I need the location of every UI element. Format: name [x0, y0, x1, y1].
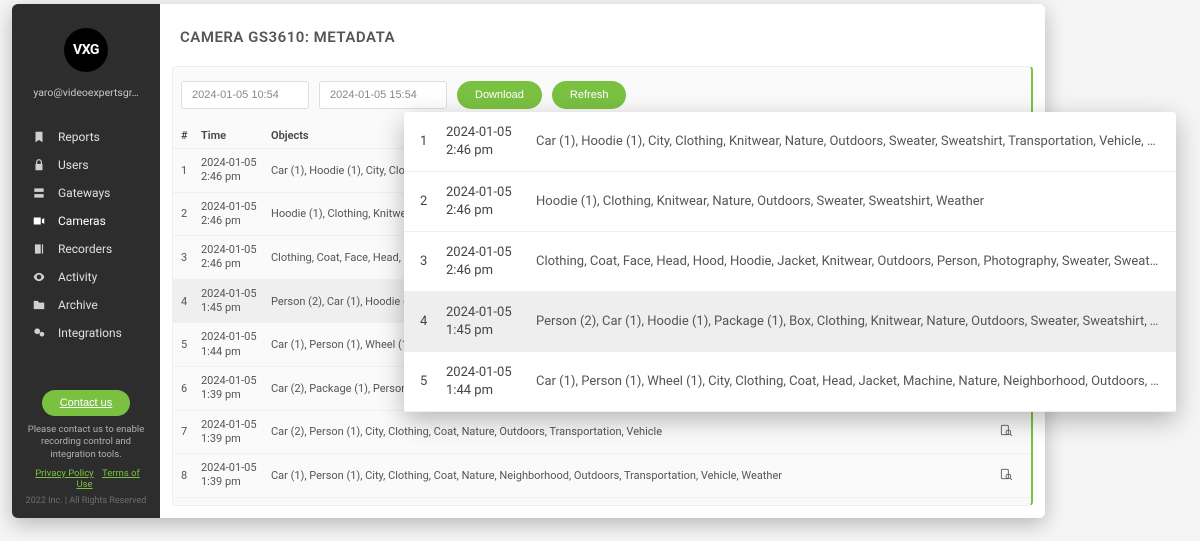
overlay-cell-index: 5: [420, 374, 446, 389]
cell-index: 8: [181, 469, 201, 482]
cell-objects: Car (2), Person (1), City, Clothing, Coa…: [271, 425, 999, 438]
sidebar-item-archive[interactable]: Archive: [12, 291, 160, 319]
detail-overlay: 12024-01-052:46 pmCar (1), Hoodie (1), C…: [404, 112, 1176, 412]
detail-icon: [999, 423, 1013, 437]
cell-time: 2024-01-052:46 pm: [201, 243, 271, 272]
overlay-cell-index: 4: [420, 314, 446, 329]
table-row[interactable]: 92024-01-051:39 pmCar (2), City, Clothin…: [173, 498, 1031, 506]
sidebar-item-label: Recorders: [58, 242, 112, 256]
overlay-row[interactable]: 32024-01-052:46 pmClothing, Coat, Face, …: [404, 232, 1176, 292]
cell-index: 4: [181, 295, 201, 308]
cell-index: 5: [181, 338, 201, 351]
cell-index: 1: [181, 164, 201, 177]
row-action[interactable]: [999, 467, 1023, 484]
sidebar-item-integrations[interactable]: Integrations: [12, 319, 160, 347]
recorder-icon: [32, 242, 46, 256]
policy-links: Privacy Policy Terms of Use: [22, 468, 150, 490]
cell-time: 2024-01-052:46 pm: [201, 156, 271, 185]
overlay-cell-objects: Clothing, Coat, Face, Head, Hood, Hoodie…: [536, 254, 1160, 269]
overlay-cell-time: 2024-01-052:46 pm: [446, 244, 536, 279]
sidebar-item-label: Activity: [58, 270, 97, 284]
overlay-row[interactable]: 22024-01-052:46 pmHoodie (1), Clothing, …: [404, 172, 1176, 232]
bookmark-icon: [32, 130, 46, 144]
table-row[interactable]: 72024-01-051:39 pmCar (2), Person (1), C…: [173, 411, 1031, 455]
cell-time: 2024-01-051:39 pm: [201, 505, 271, 506]
sidebar-item-activity[interactable]: Activity: [12, 263, 160, 291]
sidebar-item-label: Users: [58, 158, 89, 172]
overlay-cell-index: 1: [420, 134, 446, 149]
sidebar-item-reports[interactable]: Reports: [12, 123, 160, 151]
datetime-from-input[interactable]: [181, 81, 309, 109]
overlay-cell-time: 2024-01-052:46 pm: [446, 184, 536, 219]
download-button[interactable]: Download: [457, 81, 542, 109]
brand-logo: VXG: [64, 28, 108, 72]
row-action[interactable]: [999, 423, 1023, 440]
server-icon: [32, 186, 46, 200]
privacy-policy-link[interactable]: Privacy Policy: [35, 468, 93, 479]
overlay-row[interactable]: 52024-01-051:44 pmCar (1), Person (1), W…: [404, 352, 1176, 412]
overlay-cell-time: 2024-01-051:45 pm: [446, 304, 536, 339]
folder-icon: [32, 298, 46, 312]
sidebar-item-label: Archive: [58, 298, 98, 312]
sidebar: VXG yaro@videoexpertsgr… Reports Users G…: [12, 4, 160, 518]
overlay-cell-index: 3: [420, 254, 446, 269]
sidebar-item-label: Reports: [58, 130, 100, 144]
contact-us-button[interactable]: Contact us: [42, 390, 131, 416]
th-time: Time: [201, 129, 271, 142]
sidebar-item-cameras[interactable]: Cameras: [12, 207, 160, 235]
sidebar-item-label: Integrations: [58, 326, 122, 340]
sidebar-item-gateways[interactable]: Gateways: [12, 179, 160, 207]
sidebar-item-label: Gateways: [58, 186, 110, 200]
contact-text: Please contact us to enable recording co…: [22, 424, 150, 462]
refresh-button[interactable]: Refresh: [552, 81, 627, 109]
contact-block: Contact us Please contact us to enable r…: [12, 376, 160, 518]
cell-time: 2024-01-051:39 pm: [201, 461, 271, 490]
th-index: #: [181, 129, 201, 142]
cell-index: 7: [181, 425, 201, 438]
cell-time: 2024-01-051:39 pm: [201, 418, 271, 447]
cell-index: 3: [181, 251, 201, 264]
overlay-cell-index: 2: [420, 194, 446, 209]
table-row[interactable]: 82024-01-051:39 pmCar (1), Person (1), C…: [173, 454, 1031, 498]
cell-index: 6: [181, 382, 201, 395]
overlay-cell-objects: Hoodie (1), Clothing, Knitwear, Nature, …: [536, 194, 1160, 209]
cell-objects: Car (1), Person (1), City, Clothing, Coa…: [271, 469, 999, 482]
eye-icon: [32, 270, 46, 284]
overlay-row[interactable]: 42024-01-051:45 pmPerson (2), Car (1), H…: [404, 292, 1176, 352]
cell-index: 2: [181, 207, 201, 220]
detail-icon: [999, 467, 1013, 481]
sidebar-item-recorders[interactable]: Recorders: [12, 235, 160, 263]
overlay-cell-time: 2024-01-052:46 pm: [446, 124, 536, 159]
gears-icon: [32, 326, 46, 340]
cell-time: 2024-01-051:45 pm: [201, 287, 271, 316]
overlay-cell-time: 2024-01-051:44 pm: [446, 364, 536, 399]
cell-time: 2024-01-052:46 pm: [201, 200, 271, 229]
user-email: yaro@videoexpertsgr…: [33, 86, 138, 99]
copyright: 2022 Inc. | All Rights Reserved: [22, 496, 150, 506]
overlay-cell-objects: Car (1), Hoodie (1), City, Clothing, Kni…: [536, 134, 1160, 149]
overlay-cell-objects: Car (1), Person (1), Wheel (1), City, Cl…: [536, 374, 1160, 389]
camera-icon: [32, 214, 46, 228]
sidebar-item-users[interactable]: Users: [12, 151, 160, 179]
lock-icon: [32, 158, 46, 172]
page-title: CAMERA GS3610: METADATA: [160, 4, 1045, 66]
cell-time: 2024-01-051:39 pm: [201, 374, 271, 403]
overlay-cell-objects: Person (2), Car (1), Hoodie (1), Package…: [536, 314, 1160, 329]
cell-time: 2024-01-051:44 pm: [201, 330, 271, 359]
overlay-row[interactable]: 12024-01-052:46 pmCar (1), Hoodie (1), C…: [404, 112, 1176, 172]
nav: Reports Users Gateways Cameras Recorders…: [12, 123, 160, 347]
datetime-to-input[interactable]: [319, 81, 447, 109]
sidebar-item-label: Cameras: [58, 214, 106, 228]
